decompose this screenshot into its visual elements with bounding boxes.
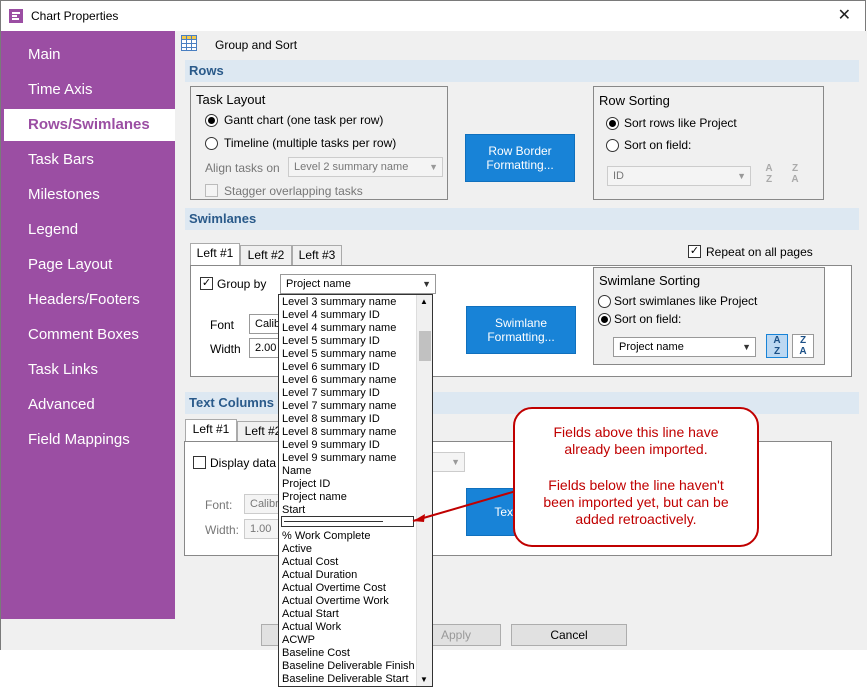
callout-line-5: added retroactively. <box>575 511 696 527</box>
callout-line-2: already been imported. <box>564 441 707 457</box>
callout-line-3: Fields below the line haven't <box>548 477 724 493</box>
callout-line-4: been imported yet, but can be <box>543 494 728 510</box>
callout-annotation: Fields above this line have already been… <box>412 407 759 547</box>
callout-arrowhead <box>413 514 425 522</box>
callout-pointer <box>412 486 531 522</box>
callout-line-1: Fields above this line have <box>554 424 719 440</box>
